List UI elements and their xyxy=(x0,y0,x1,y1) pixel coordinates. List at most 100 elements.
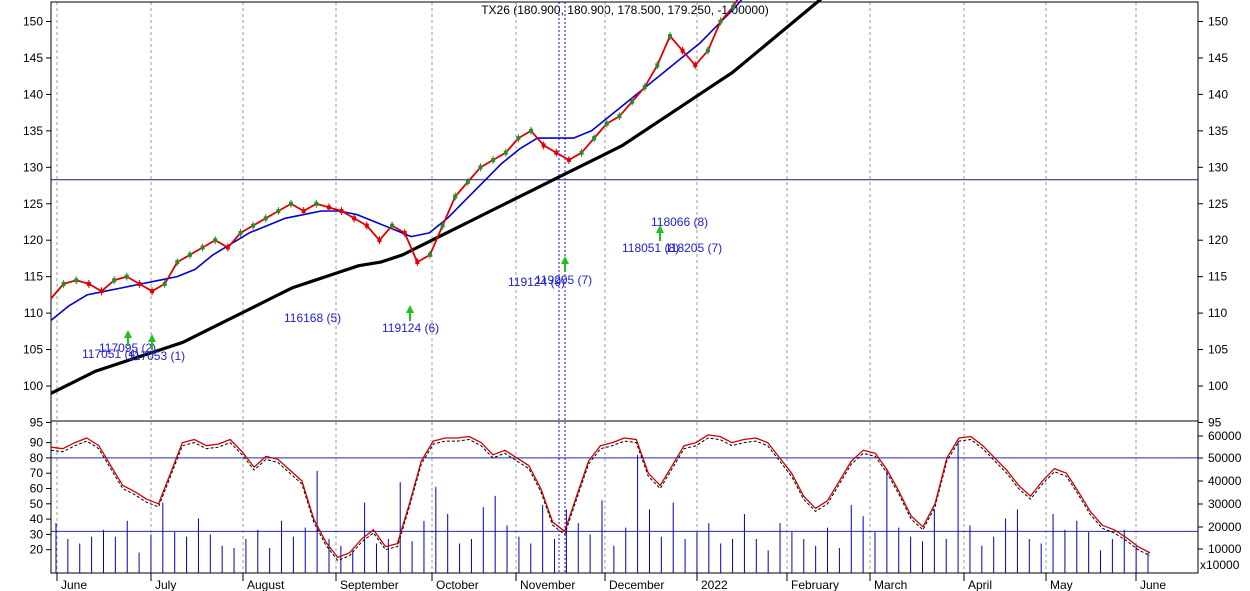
month-label: September xyxy=(340,578,399,591)
candle-body xyxy=(200,245,205,250)
y-tick-label: 100 xyxy=(23,379,43,393)
candle-body xyxy=(579,150,584,155)
signal-annotation: 117053 (1) xyxy=(128,349,185,363)
y-tick-label: 95 xyxy=(30,415,44,429)
price-panel-frame xyxy=(50,1,1199,422)
osc-y-tick-label: 20 xyxy=(30,543,44,557)
candle-body xyxy=(415,260,420,265)
candle-body xyxy=(731,4,736,9)
candle-body xyxy=(617,114,622,119)
candle-body xyxy=(187,252,192,257)
month-label: June xyxy=(61,578,87,591)
osc-y-tick-label: 60 xyxy=(30,482,44,496)
candle-body xyxy=(314,201,319,206)
osc-y-tick-label: 40 xyxy=(30,512,44,526)
month-label: May xyxy=(1050,578,1073,591)
candle-body xyxy=(630,99,635,104)
month-label: August xyxy=(247,578,285,591)
y-tick-label: 125 xyxy=(23,197,43,211)
volume-y-tick-label: 30000 xyxy=(1208,497,1242,511)
candle-body xyxy=(238,230,243,235)
y-tick-label-right: 150 xyxy=(1208,15,1228,29)
y-tick-label: 115 xyxy=(24,270,43,284)
signal-annotation: 119124 (6) xyxy=(382,321,439,335)
candle-body xyxy=(289,201,294,206)
y-tick-label: 150 xyxy=(23,15,43,29)
candle-body xyxy=(427,252,432,257)
y-tick-label-right: 120 xyxy=(1208,233,1228,247)
volume-y-tick-label: 40000 xyxy=(1208,474,1242,488)
buy-arrow xyxy=(148,334,156,342)
volume-y-tick-label: 10000 xyxy=(1208,542,1242,556)
signal-annotation: 116168 (5) xyxy=(284,311,341,325)
candle-body xyxy=(478,165,483,170)
candle-body xyxy=(86,281,91,286)
candle-body xyxy=(326,205,331,210)
oscillator-panel-frame xyxy=(50,420,1199,574)
series-layer xyxy=(50,0,1151,573)
candle-body xyxy=(453,194,458,199)
candle-body xyxy=(150,289,155,294)
candle-body xyxy=(705,48,710,53)
axes: June July August September October November De… xyxy=(23,1,1242,591)
y-tick-label: 105 xyxy=(23,343,43,357)
y-tick-label: 135 xyxy=(23,124,43,138)
candle-body xyxy=(655,63,660,68)
candle-body xyxy=(175,260,180,265)
month-label: July xyxy=(155,578,176,591)
oscillator-line xyxy=(50,434,1151,559)
moving-average-short-line xyxy=(50,0,743,322)
candle-body xyxy=(491,158,496,163)
y-tick-label: 110 xyxy=(24,306,43,320)
candle-body xyxy=(693,63,698,68)
y-tick-label-right: 145 xyxy=(1208,51,1228,65)
gridlines xyxy=(51,2,1198,573)
candle-body xyxy=(137,281,142,286)
volume-y-tick-label: 50000 xyxy=(1208,451,1242,465)
buy-arrow xyxy=(406,305,414,313)
candle-body xyxy=(604,121,609,126)
y-tick-label-right: 140 xyxy=(1208,87,1228,101)
buy-arrow xyxy=(124,330,132,338)
candle-body xyxy=(377,238,382,243)
candle-body xyxy=(352,216,357,221)
candle-body xyxy=(99,289,104,294)
candle-body xyxy=(213,238,218,243)
y-tick-label-right: 115 xyxy=(1208,270,1227,284)
candle-body xyxy=(112,278,117,283)
y-tick-label-right: 135 xyxy=(1208,124,1228,138)
signal-annotation: 118205 (7) xyxy=(665,241,722,255)
volume-y-tick-label: 60000 xyxy=(1208,429,1242,443)
y-tick-label-right: 95 xyxy=(1208,415,1222,429)
month-label: June xyxy=(1140,578,1166,591)
y-tick-label-right: 110 xyxy=(1208,306,1227,320)
month-label: October xyxy=(436,578,479,591)
y-tick-label-right: 105 xyxy=(1208,343,1228,357)
chart-canvas: TX26 (180.900, 180.900, 178.500, 179.250… xyxy=(23,0,1242,591)
month-label: March xyxy=(874,578,907,591)
osc-y-tick-label: 80 xyxy=(30,451,44,465)
candle-body xyxy=(680,48,685,53)
osc-y-tick-label: 70 xyxy=(30,466,44,480)
y-tick-label: 130 xyxy=(23,160,43,174)
buy-arrow xyxy=(561,256,569,264)
candle-body xyxy=(61,281,66,286)
y-tick-label-right: 125 xyxy=(1208,197,1228,211)
y-tick-label-right: 130 xyxy=(1208,160,1228,174)
candle-body xyxy=(339,209,344,214)
candle-body xyxy=(440,223,445,228)
y-tick-label: 120 xyxy=(23,233,43,247)
candle-body xyxy=(592,136,597,141)
candle-body xyxy=(162,281,167,286)
month-label: November xyxy=(520,578,575,591)
candle-body xyxy=(74,278,79,283)
candle-body xyxy=(566,158,571,163)
labels-layer: 117051 (4)117095 (2)117053 (1)116168 (5)… xyxy=(82,215,722,363)
moving-average-long-line xyxy=(50,0,823,395)
stock-chart: TX26 (180.900, 180.900, 178.500, 179.250… xyxy=(0,0,1250,591)
volume-y-tick-label: 20000 xyxy=(1208,520,1242,534)
month-label: February xyxy=(791,578,839,591)
volume-unit-label: x10000 xyxy=(1200,558,1240,572)
candle-body xyxy=(642,85,647,90)
month-label: April xyxy=(968,578,992,591)
